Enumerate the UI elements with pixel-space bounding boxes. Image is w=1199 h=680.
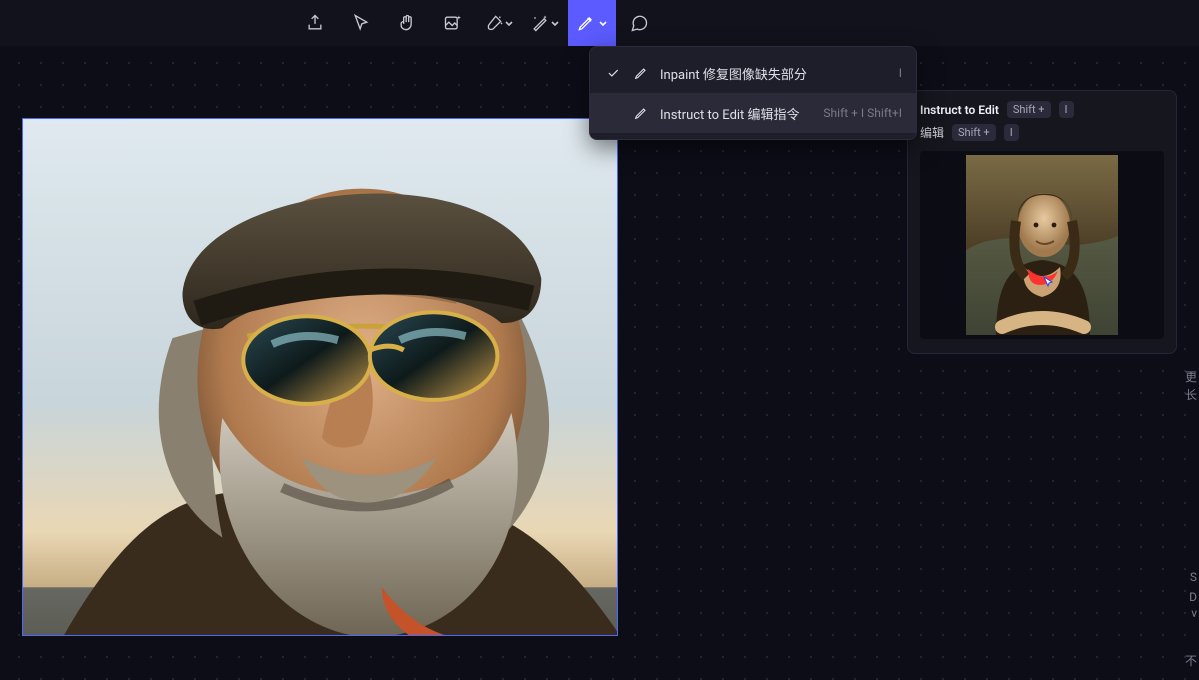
panel-kbd-shift: Shift + bbox=[952, 124, 996, 141]
top-toolbar bbox=[0, 0, 1199, 46]
panel-kbd-i: I bbox=[1059, 101, 1074, 118]
export-icon[interactable] bbox=[292, 0, 338, 46]
panel-row2-label: 编辑 bbox=[920, 124, 944, 141]
wand-sparkle-icon[interactable] bbox=[522, 0, 568, 46]
canvas-selected-image[interactable] bbox=[22, 118, 618, 636]
panel-kbd-i: I bbox=[1004, 124, 1019, 141]
chevron-down-icon[interactable] bbox=[598, 18, 608, 28]
comment-icon[interactable] bbox=[616, 0, 662, 46]
edge-char: S bbox=[1190, 570, 1197, 584]
panel-preview-thumbnail bbox=[920, 151, 1164, 339]
dropdown-item-inpaint[interactable]: Inpaint 修复图像缺失部分 I bbox=[590, 53, 916, 93]
edge-char: 更 bbox=[1185, 368, 1197, 385]
edge-char: 长 bbox=[1185, 386, 1197, 403]
instruct-to-edit-panel: Instruct to Edit Shift + I 编辑 Shift + I bbox=[907, 90, 1177, 354]
dropdown-item-shortcut: Shift + I Shift+I bbox=[823, 106, 902, 120]
brush-sparkle-icon[interactable] bbox=[476, 0, 522, 46]
cursor-icon[interactable] bbox=[338, 0, 384, 46]
dropdown-item-label: Instruct to Edit 编辑指令 bbox=[660, 104, 800, 123]
pen-tool-dropdown: Inpaint 修复图像缺失部分 I Instruct to Edit 编辑指令… bbox=[589, 46, 917, 140]
edge-char: v bbox=[1191, 606, 1197, 620]
pen-icon bbox=[632, 65, 650, 81]
pen-tool-button[interactable] bbox=[568, 0, 616, 46]
image-sparkle-icon[interactable] bbox=[430, 0, 476, 46]
dropdown-item-instruct-to-edit[interactable]: Instruct to Edit 编辑指令 Shift + I Shift+I bbox=[590, 93, 916, 133]
panel-kbd-shift: Shift + bbox=[1007, 101, 1051, 118]
dropdown-item-shortcut: I bbox=[899, 66, 902, 80]
hand-icon[interactable] bbox=[384, 0, 430, 46]
panel-title: Instruct to Edit bbox=[920, 103, 999, 117]
edge-char: 不 bbox=[1185, 652, 1197, 669]
edge-char: D bbox=[1189, 590, 1197, 604]
dropdown-item-label: Inpaint 修复图像缺失部分 bbox=[660, 64, 807, 83]
check-icon bbox=[604, 66, 622, 80]
pen-icon bbox=[632, 105, 650, 121]
